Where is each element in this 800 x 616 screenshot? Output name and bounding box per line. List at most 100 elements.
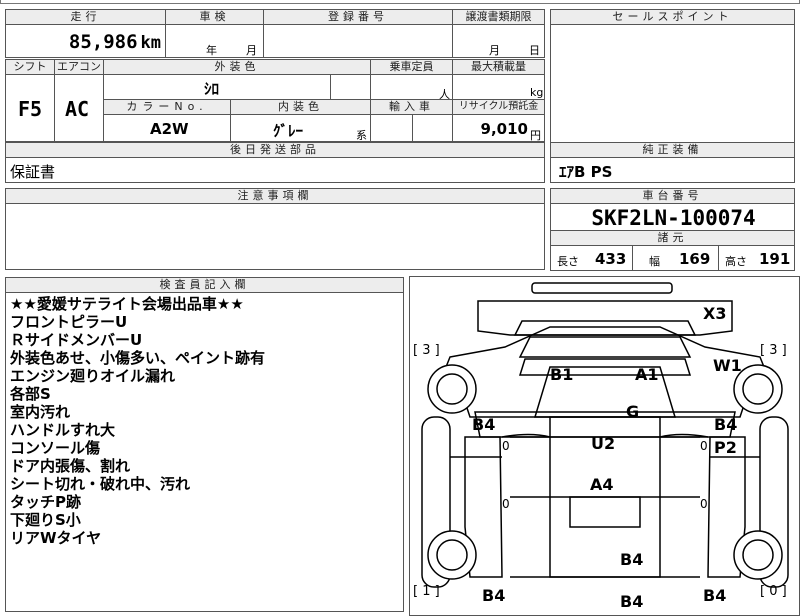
cropped-top-row xyxy=(0,0,800,4)
exterior-color-cell: ｼﾛ xyxy=(103,74,331,100)
registration-cell xyxy=(263,24,453,58)
mileage-value: 85,986 xyxy=(68,31,138,53)
ac-value: AC xyxy=(65,97,90,121)
chassis-header: 車台番号 xyxy=(550,188,795,204)
inspection-cell: 年 月 xyxy=(165,24,264,58)
color-no-cell: A2W xyxy=(103,114,231,142)
damage-mark: B4 xyxy=(620,592,644,611)
inspector-notes: ★★愛媛サテライト会場出品車★★ フロントピラーU ＲサイドメンバーU 外装色あ… xyxy=(5,292,404,612)
note-line: ＲサイドメンバーU xyxy=(10,331,143,349)
parts-value: 保証書 xyxy=(10,163,56,181)
recycle-unit: 円 xyxy=(530,129,541,142)
equipment-cell: ｴｱB PS xyxy=(550,157,795,183)
shift-cell: F5 xyxy=(5,74,55,142)
mileage-header: 走行 xyxy=(5,9,166,25)
damage-mark: A4 xyxy=(590,475,614,494)
damage-mark: U2 xyxy=(591,434,616,453)
mileage-cell: 85,986 km xyxy=(5,24,166,58)
rear-bumper xyxy=(477,300,733,336)
caution-cell xyxy=(5,203,545,270)
damage-mark: G xyxy=(626,402,640,421)
import-cell-b xyxy=(412,114,453,142)
damage-mark: B4 xyxy=(472,415,496,434)
parts-header: 後日発送部品 xyxy=(5,142,545,158)
shift-value: F5 xyxy=(18,97,43,121)
car-diagram: [ 3 ] [ 3 ] [ 1 ] [ 0 ] X3 W1 B1 A1 G B4… xyxy=(409,276,800,616)
zero-mark: 0 xyxy=(502,439,510,453)
sales-point-cell xyxy=(550,24,795,156)
inspection-year-unit: 年 xyxy=(206,44,217,57)
equipment-header: 純正装備 xyxy=(550,142,795,158)
tire-tread-rear-left: [ 1 ] xyxy=(413,584,440,599)
transfer-deadline-header: 譲渡書類期限 xyxy=(452,9,545,25)
inspector-header: 検査員記入欄 xyxy=(5,277,404,293)
damage-mark: B1 xyxy=(550,365,574,384)
tire-tread-rear-right: [ 0 ] xyxy=(760,584,787,599)
import-header: 輸入車 xyxy=(370,99,453,115)
exterior-color-header: 外装色 xyxy=(103,59,371,75)
max-load-cell: kg xyxy=(452,74,545,100)
note-line: コンソール傷 xyxy=(10,439,101,457)
damage-mark: B4 xyxy=(482,586,506,605)
max-load-unit: kg xyxy=(530,86,544,99)
max-load-header: 最大積載量 xyxy=(452,59,545,75)
parts-cell: 保証書 xyxy=(5,157,545,183)
damage-mark: B4 xyxy=(620,550,644,569)
height-value: 191 xyxy=(759,250,791,268)
note-line: ハンドルすれ大 xyxy=(10,421,116,439)
length-value: 433 xyxy=(595,250,627,268)
damage-mark: B4 xyxy=(714,415,738,434)
color-no-header: カラーNo. xyxy=(103,99,231,115)
zero-mark: 0 xyxy=(502,497,510,511)
rear-spoiler xyxy=(513,320,697,336)
recycle-value: 9,010 xyxy=(480,120,528,138)
height-label: 高さ xyxy=(725,255,747,268)
transfer-month-unit: 月 xyxy=(489,44,500,57)
recycle-cell: 9,010 円 xyxy=(452,114,545,142)
shift-header: シフト xyxy=(5,59,55,75)
width-value: 169 xyxy=(679,250,711,268)
note-line: ドア内張傷、割れ xyxy=(10,457,131,475)
capacity-header: 乗車定員 xyxy=(370,59,453,75)
width-cell: 幅 169 xyxy=(632,245,719,271)
length-cell: 長さ 433 xyxy=(550,245,633,271)
tire-tread-front-left: [ 3 ] xyxy=(413,343,440,358)
registration-header: 登録番号 xyxy=(263,9,453,25)
note-line: 各部S xyxy=(10,385,51,403)
damage-mark: A1 xyxy=(635,365,659,384)
tire-tread-front-right: [ 3 ] xyxy=(760,343,787,358)
chassis-value: SKF2LN-100074 xyxy=(591,206,756,230)
note-line: ★★愛媛サテライト会場出品車★★ xyxy=(10,295,244,313)
interior-color-value: ｸﾞﾚｰ xyxy=(273,122,304,140)
note-line: シート切れ・破れ中、汚れ xyxy=(10,475,191,493)
transfer-deadline-cell: 月 日 xyxy=(452,24,545,58)
zero-mark: 0 xyxy=(700,439,708,453)
dimensions-header: 諸元 xyxy=(550,230,795,246)
import-cell-a xyxy=(370,114,413,142)
color-no-value: A2W xyxy=(150,120,189,138)
exterior-color-extra-cell xyxy=(330,74,371,100)
height-cell: 高さ 191 xyxy=(718,245,795,271)
note-line: リアWタイヤ xyxy=(10,529,102,547)
chassis-cell: SKF2LN-100074 xyxy=(550,203,795,231)
recycle-header: リサイクル預託金 xyxy=(452,99,545,115)
ac-cell: AC xyxy=(54,74,104,142)
equipment-value: ｴｱB PS xyxy=(559,163,613,181)
note-line: 室内汚れ xyxy=(10,403,71,421)
damage-mark: W1 xyxy=(713,356,742,375)
sunroof-panel xyxy=(569,496,641,528)
mileage-unit: km xyxy=(140,33,161,53)
inspection-header: 車検 xyxy=(165,9,264,25)
windshield xyxy=(518,336,692,358)
interior-color-suffix: 系 xyxy=(356,129,367,142)
note-line: 外装色あせ、小傷多い、ペイント跡有 xyxy=(10,349,266,367)
ac-header: エアコン xyxy=(54,59,104,75)
roof-antenna xyxy=(531,282,673,294)
transfer-day-unit: 日 xyxy=(529,44,540,57)
note-line: エンジン廻りオイル漏れ xyxy=(10,367,176,385)
interior-color-header: 内装色 xyxy=(230,99,371,115)
damage-mark: P2 xyxy=(714,438,737,457)
length-label: 長さ xyxy=(557,255,579,268)
note-line: タッチP跡 xyxy=(10,493,81,511)
sales-point-header: セールスポイント xyxy=(550,9,795,25)
